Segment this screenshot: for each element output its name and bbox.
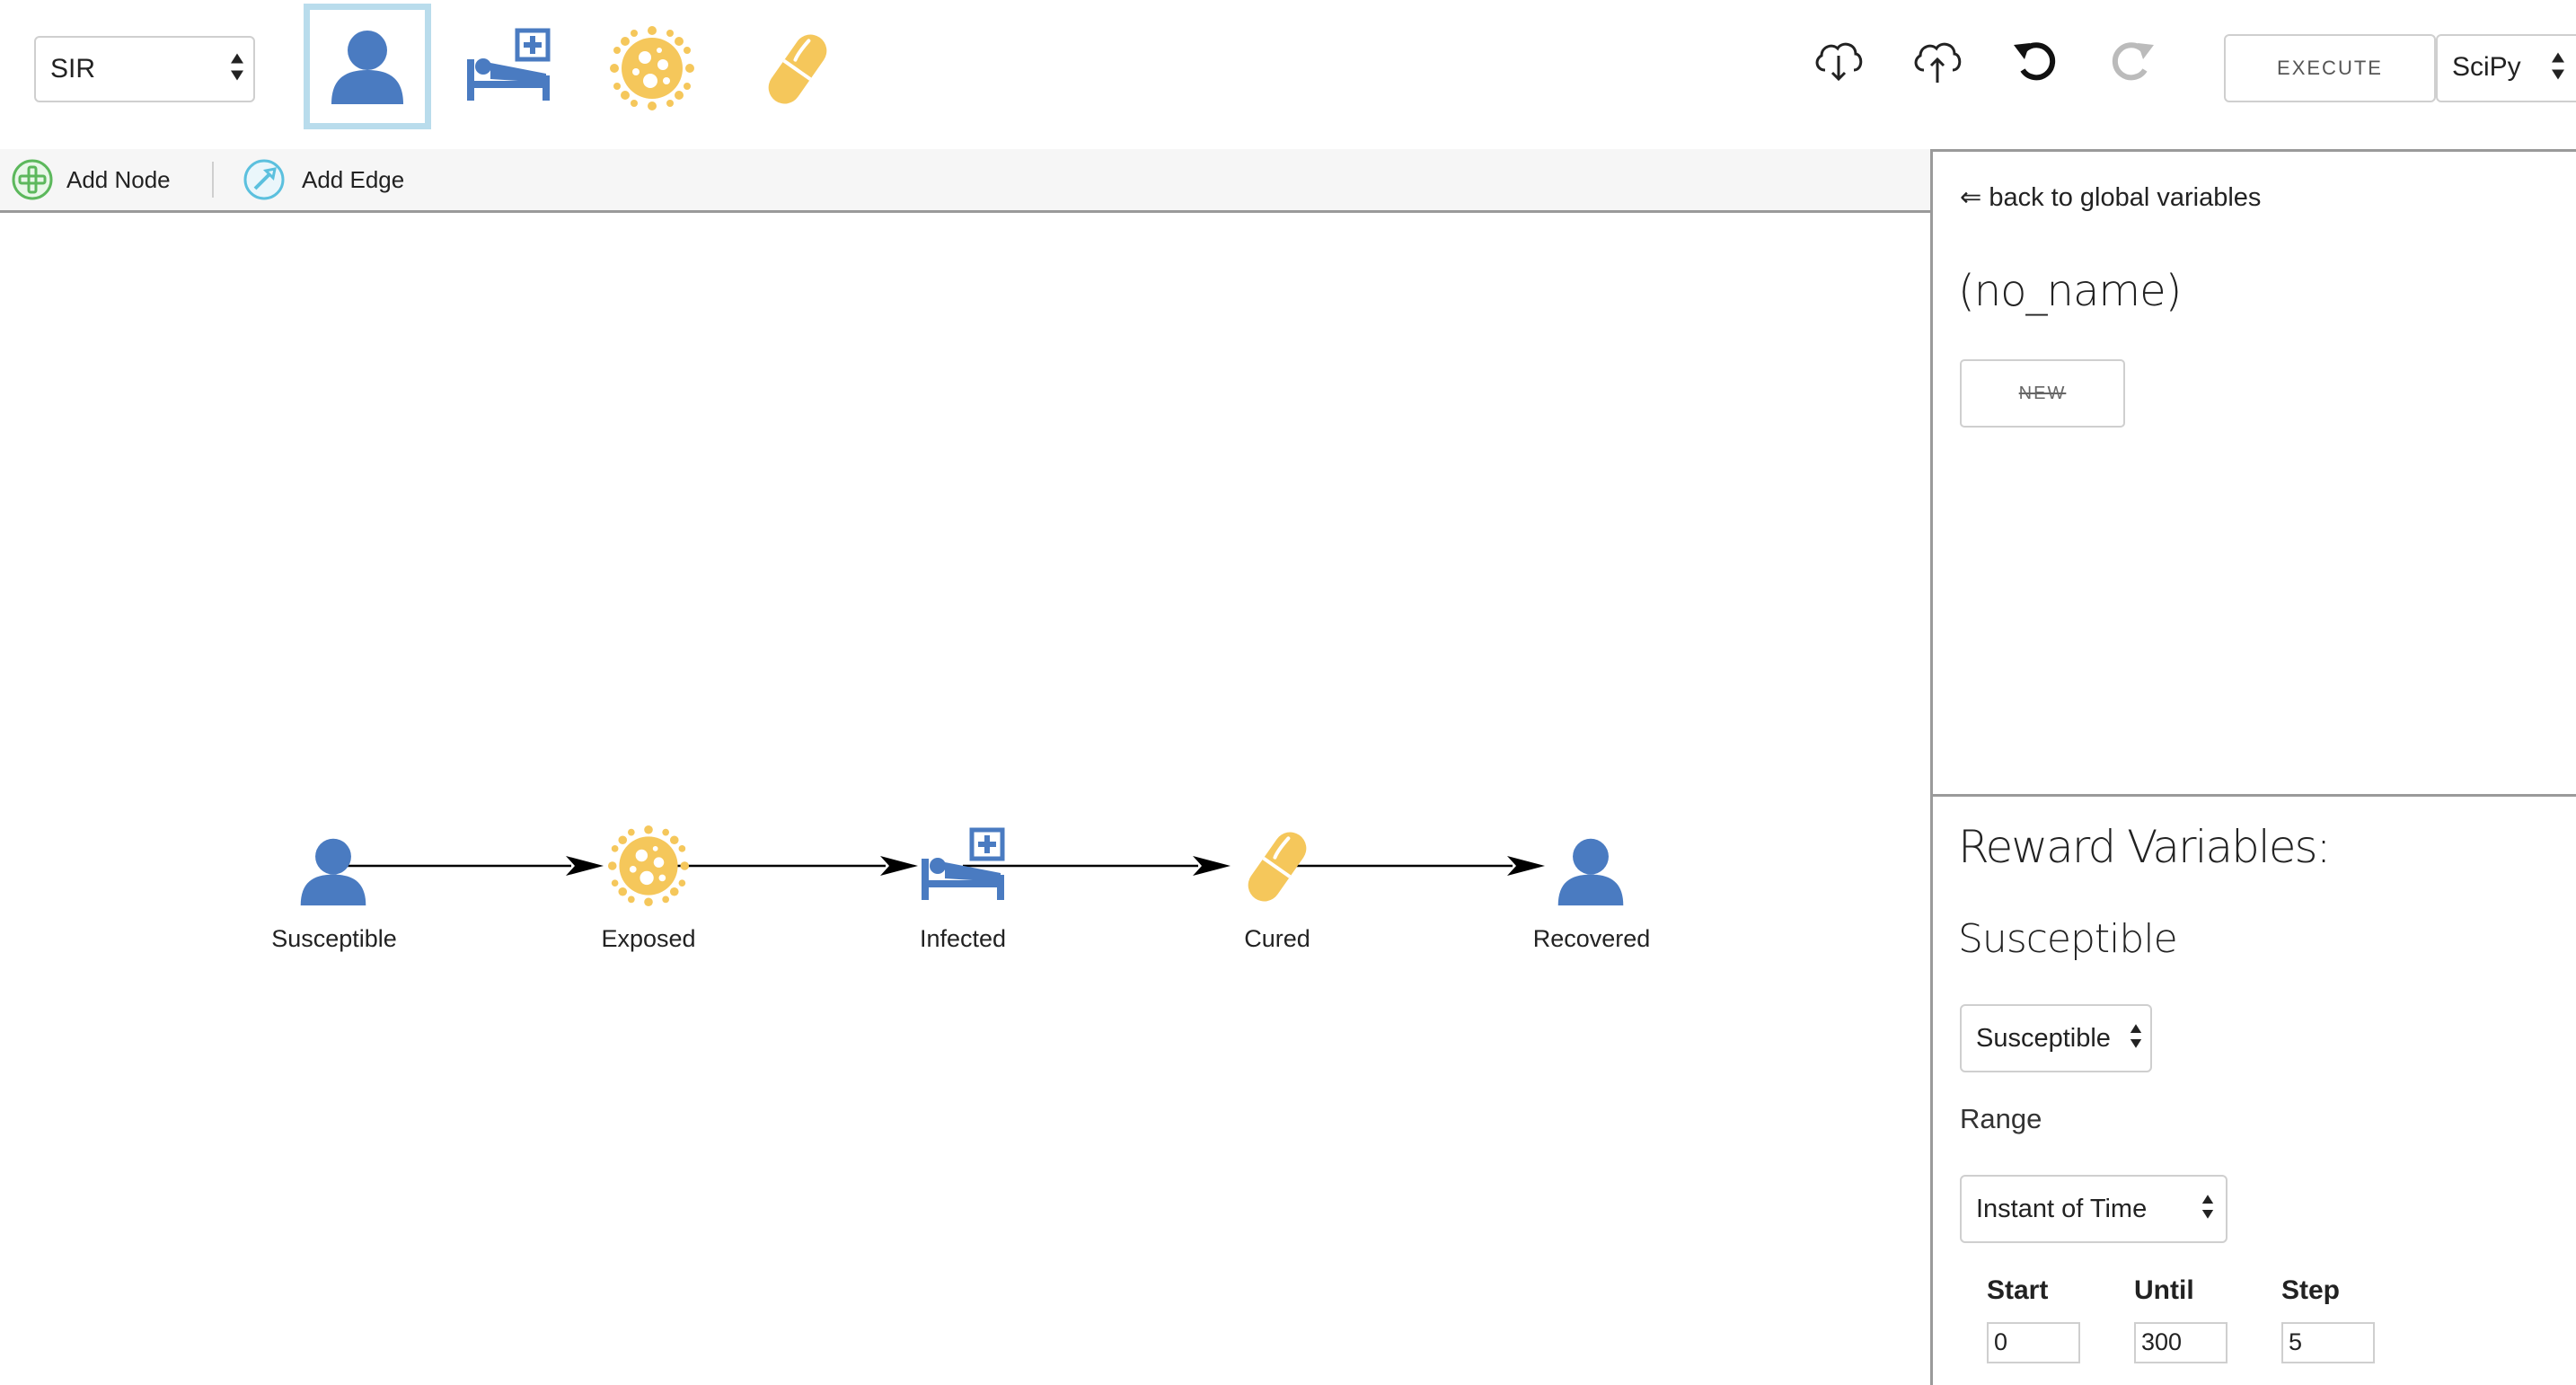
graph-node[interactable]: Recovered xyxy=(1484,830,1699,965)
start-label: Start xyxy=(1987,1275,2049,1305)
virus-icon xyxy=(607,825,690,907)
graph-node[interactable]: Susceptible xyxy=(226,830,442,965)
add-edge-button[interactable]: Add Edge xyxy=(243,158,404,201)
add-edge-icon xyxy=(243,158,286,201)
node-label: Cured xyxy=(1244,925,1310,952)
node-label: Recovered xyxy=(1532,925,1651,952)
person-icon xyxy=(1556,835,1626,907)
back-to-global-link[interactable]: ⇐ back to global variables xyxy=(1960,181,2261,213)
model-select[interactable]: SIR xyxy=(34,36,255,102)
add-node-icon xyxy=(11,158,54,201)
pill-icon xyxy=(763,29,832,110)
download-cloud-icon[interactable] xyxy=(1813,40,1865,81)
node-name-heading: (no_name) xyxy=(1958,266,2182,316)
person-icon xyxy=(298,835,368,907)
pill-icon xyxy=(1243,826,1311,907)
solver-select-value: SciPy xyxy=(2452,52,2521,82)
execute-button[interactable]: EXECUTE xyxy=(2224,34,2436,102)
add-node-label: Add Node xyxy=(66,165,171,193)
reward-variable-name: Susceptible xyxy=(1958,916,2178,962)
graph-node[interactable]: Exposed xyxy=(541,825,756,965)
until-label: Until xyxy=(2134,1275,2194,1305)
palette-virus-button[interactable] xyxy=(609,25,695,111)
toolbar-separator xyxy=(212,162,214,198)
palette-hospital-bed-button[interactable] xyxy=(463,25,553,106)
palette-pill-button[interactable] xyxy=(763,29,832,110)
hospital-bed-icon xyxy=(918,825,1008,905)
redo-icon[interactable] xyxy=(2111,40,2156,83)
graph-edges xyxy=(334,856,1545,876)
upload-cloud-icon[interactable] xyxy=(1911,40,1963,84)
node-label: Exposed xyxy=(601,925,696,952)
node-label: Infected xyxy=(919,925,1007,952)
add-node-button[interactable]: Add Node xyxy=(11,158,171,201)
until-input[interactable]: 300 xyxy=(2134,1322,2228,1363)
palette-person-button[interactable] xyxy=(304,4,431,129)
reward-variable-select-value: Susceptible xyxy=(1976,1024,2111,1053)
select-arrows-icon xyxy=(2201,1194,2215,1225)
undo-icon[interactable] xyxy=(2012,40,2057,83)
graph-canvas[interactable] xyxy=(0,213,1929,1385)
new-button[interactable]: NEW xyxy=(1960,359,2125,428)
node-label: Susceptible xyxy=(271,925,397,952)
graph-node[interactable]: Cured xyxy=(1169,825,1385,965)
range-select[interactable]: Instant of Time xyxy=(1960,1175,2228,1243)
start-input[interactable]: 0 xyxy=(1987,1322,2080,1363)
select-arrows-icon xyxy=(230,52,244,87)
graph-node[interactable]: Infected xyxy=(855,825,1071,965)
reward-variable-select[interactable]: Susceptible xyxy=(1960,1004,2152,1072)
select-arrows-icon xyxy=(2129,1023,2143,1054)
add-edge-label: Add Edge xyxy=(302,165,405,193)
hospital-bed-icon xyxy=(463,25,553,106)
range-select-value: Instant of Time xyxy=(1976,1195,2148,1223)
select-arrows-icon xyxy=(2551,51,2565,86)
solver-select[interactable]: SciPy xyxy=(2436,34,2576,102)
person-icon xyxy=(329,29,406,104)
model-select-value: SIR xyxy=(50,54,96,84)
step-input[interactable]: 5 xyxy=(2281,1322,2375,1363)
reward-variables-heading: Reward Variables: xyxy=(1958,821,2331,873)
virus-icon xyxy=(609,25,695,111)
step-label: Step xyxy=(2281,1275,2341,1305)
panel-divider xyxy=(1933,794,2576,797)
range-label: Range xyxy=(1960,1103,2042,1134)
